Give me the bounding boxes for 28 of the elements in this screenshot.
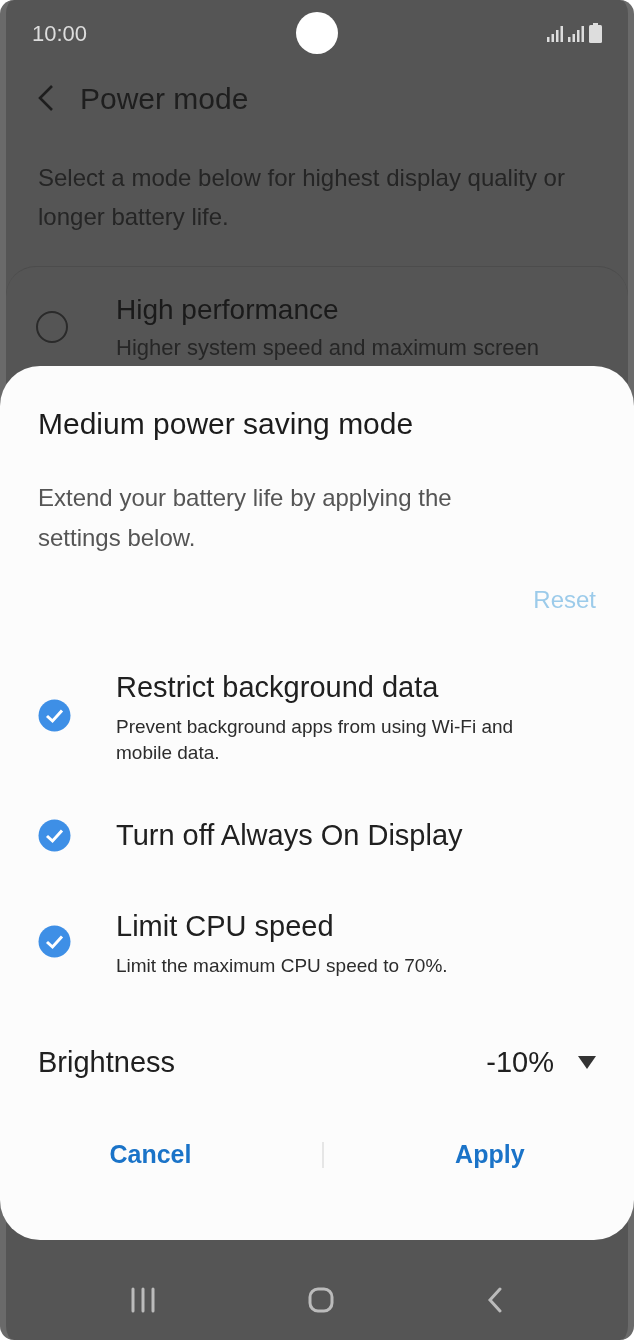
checked-checkbox[interactable] <box>38 699 71 733</box>
home-icon[interactable] <box>308 1287 334 1313</box>
signal-icon <box>568 25 585 43</box>
option-title: Limit CPU speed <box>116 909 335 944</box>
status-time: 10:00 <box>32 19 88 48</box>
signal-icon <box>547 25 564 43</box>
back-icon <box>36 84 56 112</box>
option-title: Restrict background data <box>116 670 440 705</box>
dropdown-icon <box>578 1055 596 1069</box>
battery-icon <box>589 23 602 43</box>
radio-button[interactable] <box>36 310 68 343</box>
option-title: Turn off Always On Display <box>116 817 463 853</box>
recent-apps-icon[interactable] <box>130 1287 155 1313</box>
camera-hole <box>296 12 339 54</box>
dialog-description: Extend your battery life by applying the settings below. <box>38 483 453 553</box>
dialog-button[interactable]: Apply <box>443 1132 537 1178</box>
checked-checkbox[interactable] <box>38 818 71 852</box>
option-description: Prevent background apps from using Wi-Fi and mobile data. <box>116 714 515 765</box>
option-description: Limit the maximum CPU speed to 70%. <box>116 953 449 978</box>
mode-title: High performance <box>116 293 340 327</box>
dialog-title: Medium power saving mode <box>38 406 415 442</box>
brightness-dropdown[interactable]: -10% <box>486 1040 596 1084</box>
dialog-button[interactable]: Cancel <box>97 1132 204 1178</box>
page-title: Power mode <box>80 80 249 117</box>
back-button[interactable] <box>36 84 56 112</box>
brightness-label: Brightness <box>38 1044 175 1080</box>
back-icon[interactable] <box>487 1287 504 1313</box>
checked-checkbox[interactable] <box>38 925 71 959</box>
